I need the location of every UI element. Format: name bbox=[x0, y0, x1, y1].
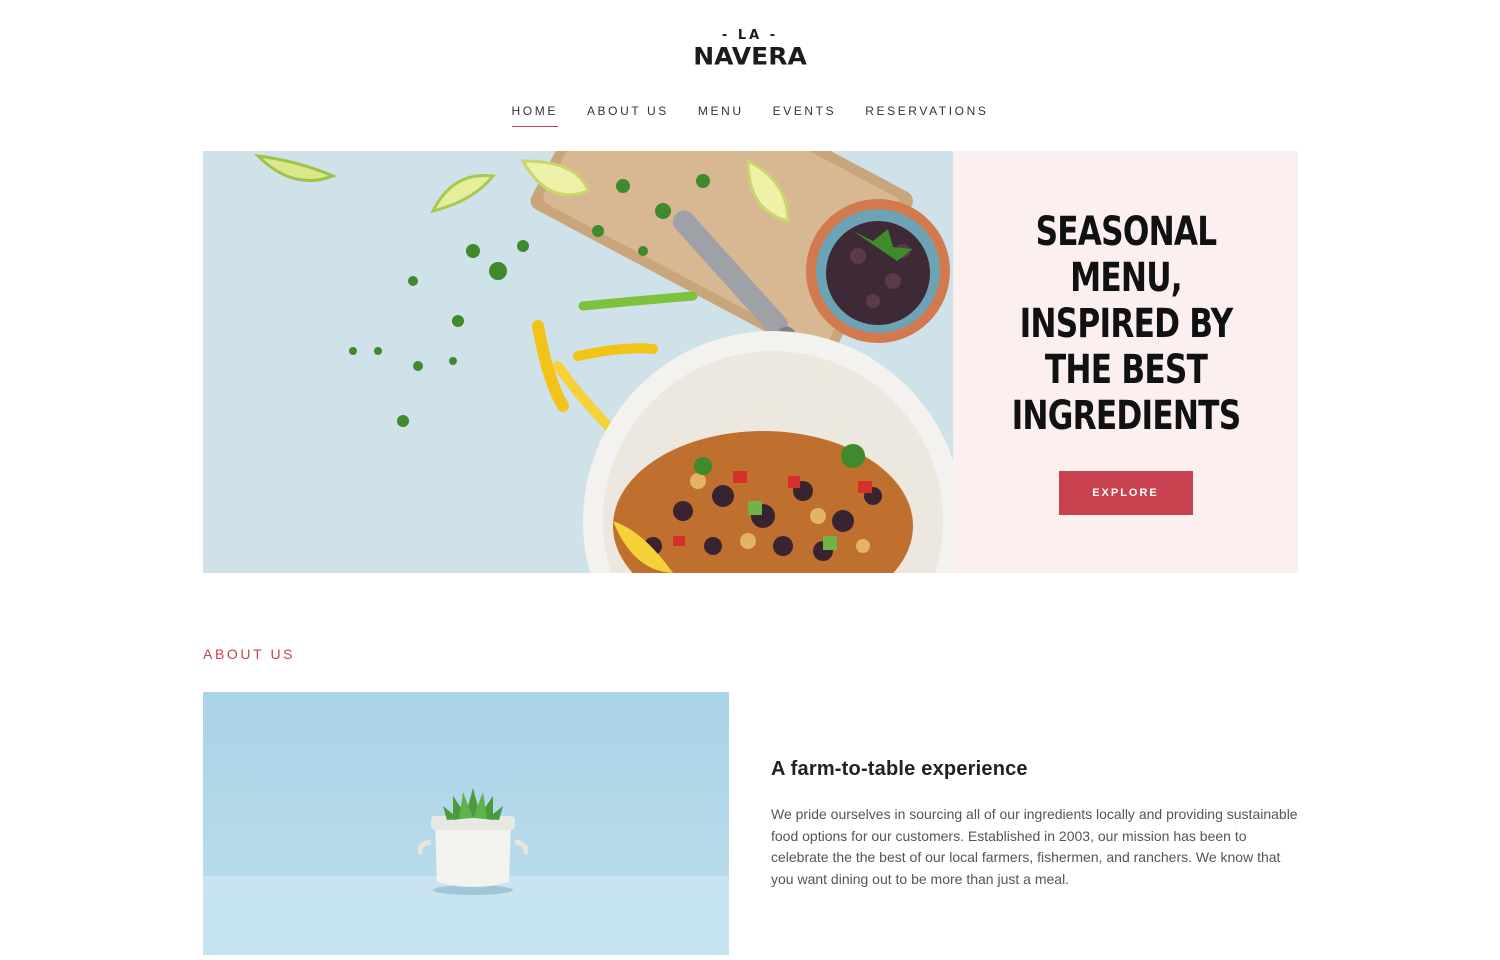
hero-headline: SEASONAL MENU, INSPIRED BY THE BEST INGR… bbox=[1011, 209, 1241, 439]
nav-item-home[interactable]: HOME bbox=[511, 104, 558, 127]
main-nav: HOME ABOUT US MENU EVENTS RESERVATIONS bbox=[0, 104, 1500, 127]
nav-item-reservations[interactable]: RESERVATIONS bbox=[865, 104, 988, 127]
logo-top-text: - LA - bbox=[721, 28, 779, 43]
hero-text-panel: SEASONAL MENU, INSPIRED BY THE BEST INGR… bbox=[953, 151, 1298, 573]
about-plant-image bbox=[203, 692, 729, 955]
hero-food-image bbox=[203, 151, 953, 573]
about-heading: A farm-to-table experience bbox=[771, 758, 1028, 780]
explore-button[interactable]: EXPLORE bbox=[1058, 471, 1193, 515]
nav-item-menu[interactable]: MENU bbox=[698, 104, 744, 127]
site-logo[interactable]: - LA - NAVERA bbox=[0, 28, 1500, 70]
about-section-label: ABOUT US bbox=[203, 646, 296, 662]
succulent-pot-illustration bbox=[417, 788, 529, 895]
food-flatlay-illustration bbox=[203, 151, 953, 573]
hero-section: SEASONAL MENU, INSPIRED BY THE BEST INGR… bbox=[203, 151, 1298, 573]
logo-main-text: NAVERA bbox=[693, 42, 807, 71]
about-body-text: We pride ourselves in sourcing all of ou… bbox=[771, 806, 1298, 887]
nav-item-events[interactable]: EVENTS bbox=[773, 104, 837, 127]
nav-item-about-us[interactable]: ABOUT US bbox=[587, 104, 669, 127]
